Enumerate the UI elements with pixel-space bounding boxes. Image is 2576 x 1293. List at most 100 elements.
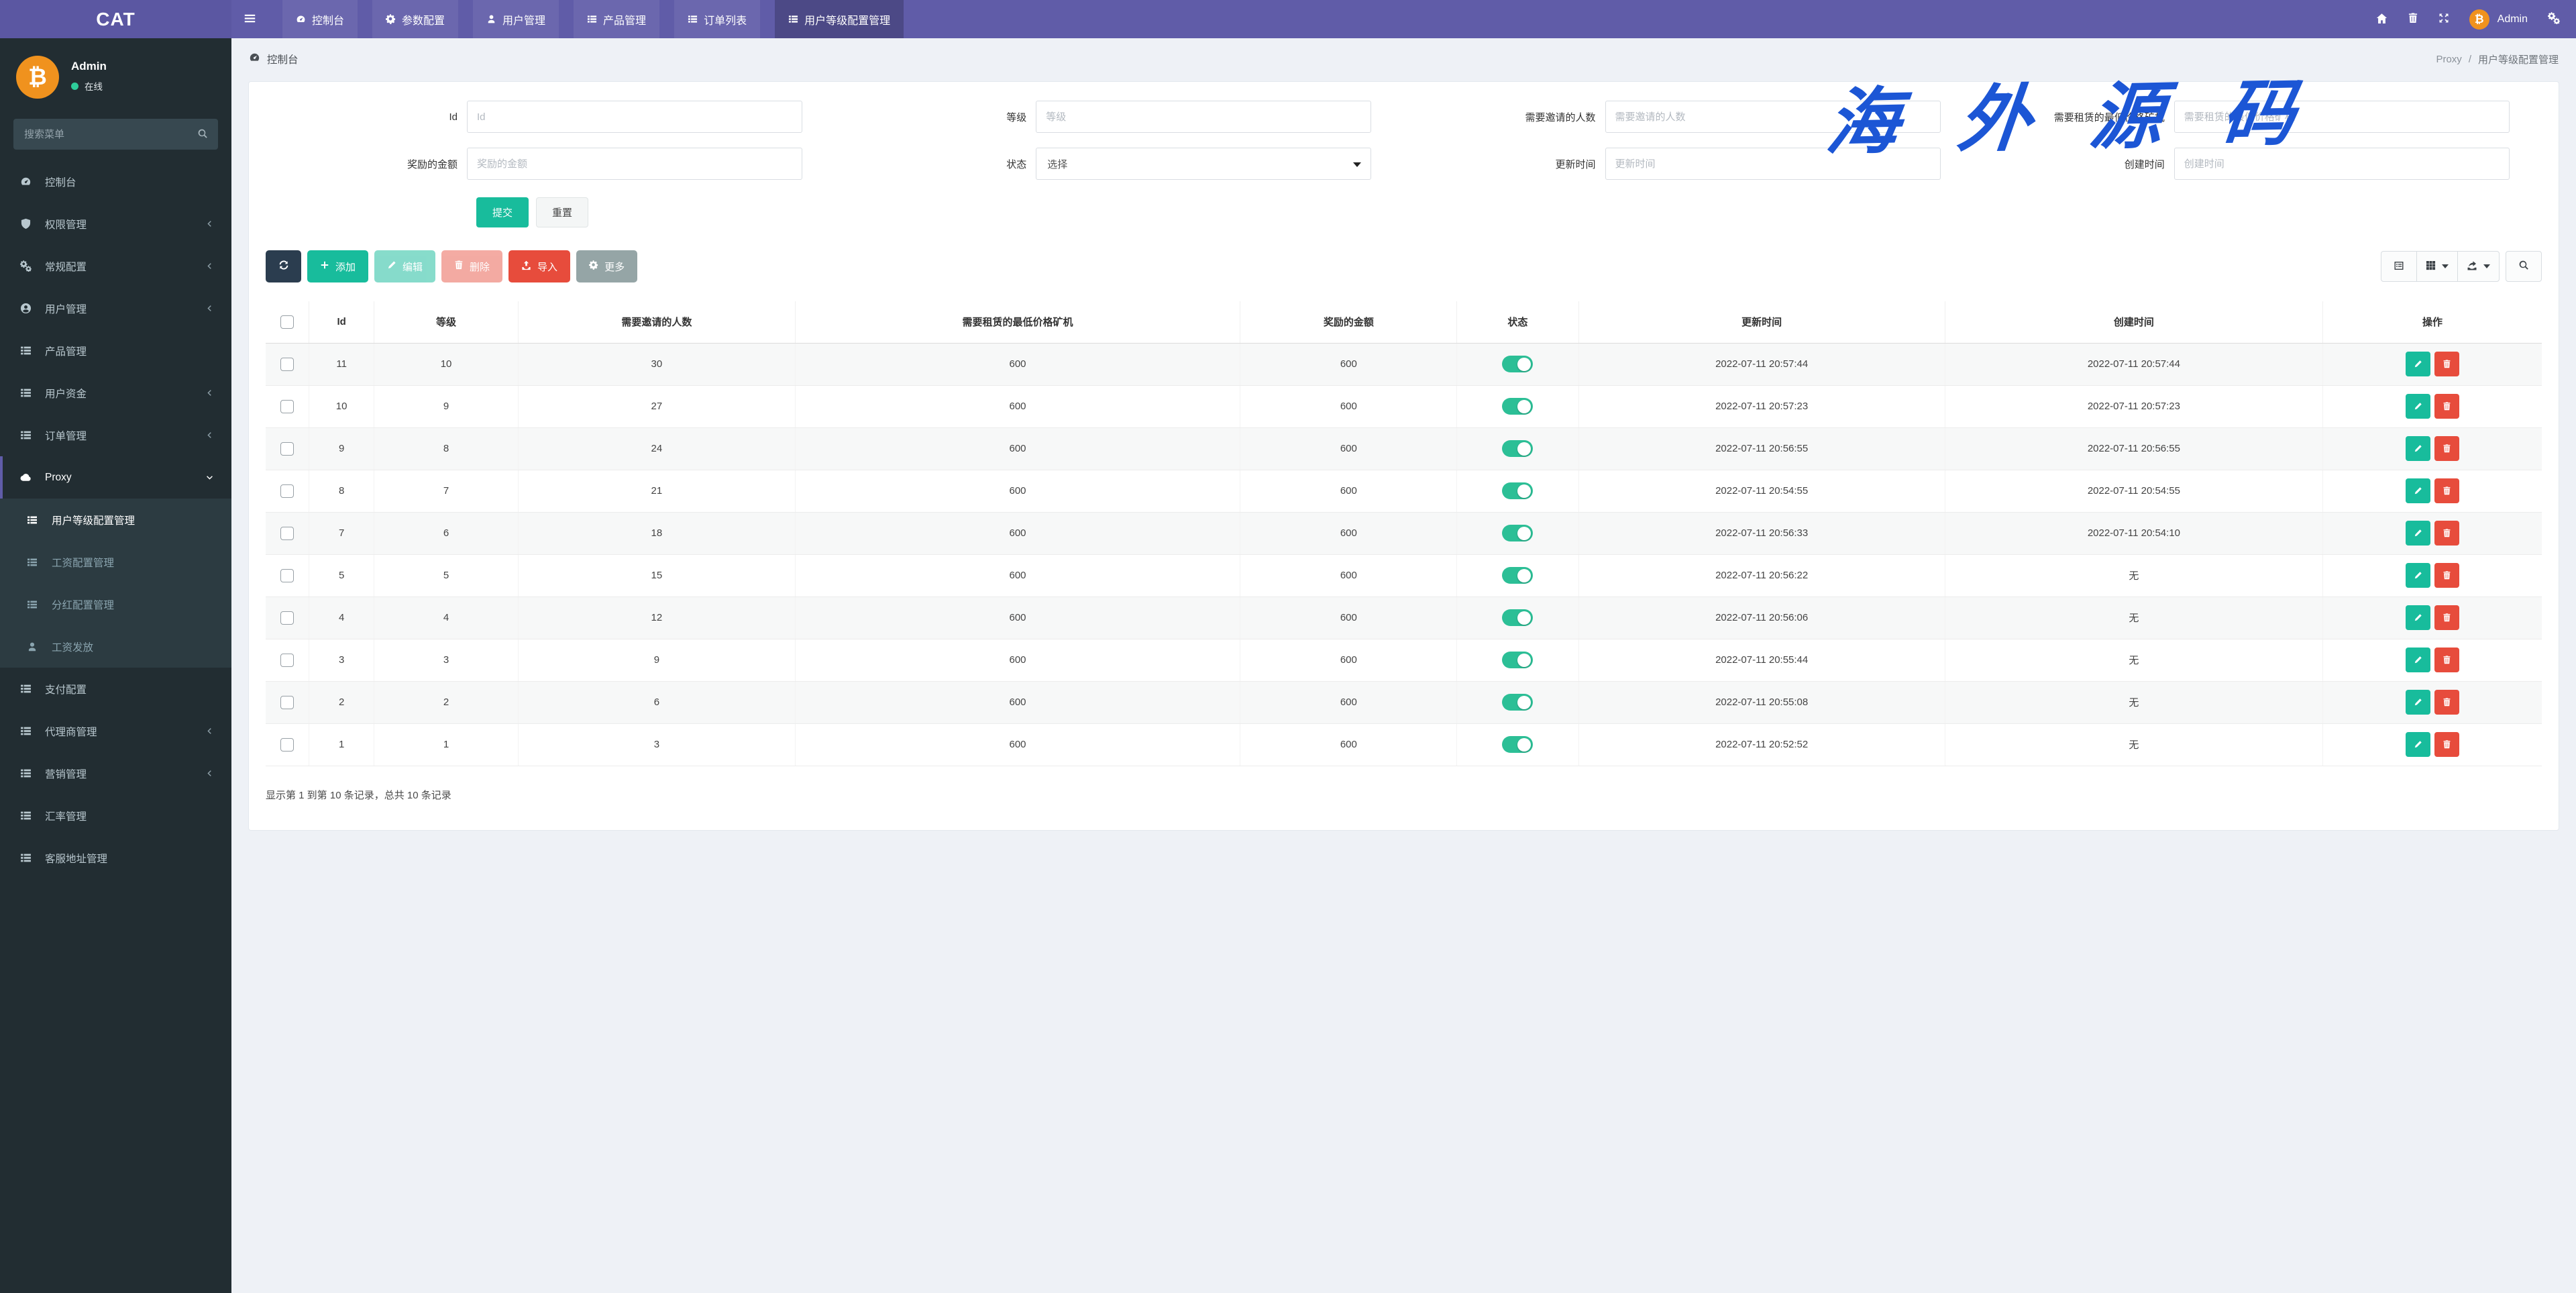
sidebar-subitem-1[interactable]: 工资配置管理 (0, 541, 231, 583)
status-toggle[interactable] (1502, 482, 1534, 499)
row-delete-button[interactable] (2434, 352, 2459, 376)
sidebar-item-1[interactable]: 权限管理 (0, 203, 231, 245)
filter-input-1[interactable] (1036, 101, 1372, 133)
sidebar-item-wrap: 用户管理 (0, 287, 231, 329)
filter-input-3[interactable] (2174, 101, 2510, 133)
status-toggle[interactable] (1502, 736, 1534, 753)
row-delete-button[interactable] (2434, 732, 2459, 757)
reset-button[interactable]: 重置 (536, 197, 588, 227)
row-edit-button[interactable] (2406, 478, 2430, 503)
search-icon[interactable] (197, 128, 209, 143)
nav-item-0[interactable]: 控制台 (282, 0, 358, 38)
table-search-button[interactable] (2506, 251, 2542, 282)
status-toggle[interactable] (1502, 609, 1534, 626)
row-checkbox[interactable] (280, 357, 294, 371)
trash-button[interactable] (2408, 13, 2418, 25)
sidebar-item-5[interactable]: 用户资金 (0, 372, 231, 414)
status-toggle[interactable] (1502, 694, 1534, 711)
row-edit-button[interactable] (2406, 690, 2430, 715)
sidebar-search-input[interactable] (13, 119, 218, 150)
chevron-left-icon (207, 263, 211, 269)
filter-input-4[interactable] (467, 148, 802, 180)
row-delete-button[interactable] (2434, 436, 2459, 461)
sidebar-item-3[interactable]: 用户管理 (0, 287, 231, 329)
sidebar-item-11[interactable]: 汇率管理 (0, 794, 231, 837)
brand-logo[interactable]: CAT (0, 0, 231, 38)
sidebar-subitem-3[interactable]: 工资发放 (0, 625, 231, 668)
status-toggle[interactable] (1502, 652, 1534, 668)
row-delete-button[interactable] (2434, 478, 2459, 503)
sidebar-item-8[interactable]: 支付配置 (0, 668, 231, 710)
status-toggle[interactable] (1502, 567, 1534, 584)
fullscreen-button[interactable] (2438, 13, 2449, 25)
row-edit-button[interactable] (2406, 352, 2430, 376)
row-checkbox-cell (266, 597, 309, 639)
status-toggle[interactable] (1502, 356, 1534, 372)
nav-item-1[interactable]: 参数配置 (372, 0, 459, 38)
sidebar-item-6[interactable]: 订单管理 (0, 414, 231, 456)
row-delete-button[interactable] (2434, 605, 2459, 630)
import-button[interactable]: 导入 (508, 250, 571, 282)
refresh-button[interactable] (266, 250, 301, 282)
breadcrumb-parent[interactable]: Proxy (2436, 54, 2461, 65)
nav-item-3[interactable]: 产品管理 (574, 0, 660, 38)
status-toggle[interactable] (1502, 398, 1534, 415)
filter-input-6[interactable] (1605, 148, 1941, 180)
row-checkbox[interactable] (280, 484, 294, 498)
nav-item-4[interactable]: 订单列表 (674, 0, 761, 38)
row-edit-button[interactable] (2406, 732, 2430, 757)
sidebar-subitem-0[interactable]: 用户等级配置管理 (0, 499, 231, 541)
row-edit-button[interactable] (2406, 521, 2430, 546)
filter-input-0[interactable] (467, 101, 802, 133)
home-button[interactable] (2376, 13, 2387, 26)
nav-item-5[interactable]: 用户等级配置管理 (775, 0, 904, 38)
nav-item-2[interactable]: 用户管理 (473, 0, 559, 38)
select-all-checkbox[interactable] (280, 315, 294, 329)
row-checkbox[interactable] (280, 611, 294, 625)
edit-button[interactable]: 编辑 (374, 250, 436, 282)
sidebar-item-12[interactable]: 客服地址管理 (0, 837, 231, 879)
hamburger-button[interactable] (231, 0, 268, 38)
columns-button[interactable] (2416, 251, 2458, 282)
row-delete-button[interactable] (2434, 394, 2459, 419)
submit-button[interactable]: 提交 (476, 197, 529, 227)
status-toggle[interactable] (1502, 525, 1534, 541)
filter-input-7[interactable] (2174, 148, 2510, 180)
add-button[interactable]: 添加 (307, 250, 369, 282)
row-delete-button[interactable] (2434, 690, 2459, 715)
chevron-left-icon (205, 431, 214, 439)
status-toggle[interactable] (1502, 440, 1534, 457)
sidebar-item-2[interactable]: 常规配置 (0, 245, 231, 287)
user-menu[interactable]: ₿ Admin (2469, 9, 2528, 30)
delete-button[interactable]: 删除 (441, 250, 503, 282)
row-checkbox[interactable] (280, 695, 294, 709)
detail-view-button[interactable] (2381, 251, 2417, 282)
row-edit-button[interactable] (2406, 563, 2430, 588)
sidebar-item-0[interactable]: 控制台 (0, 160, 231, 203)
row-delete-button[interactable] (2434, 521, 2459, 546)
sidebar-item-label: Proxy (45, 471, 72, 483)
row-delete-button[interactable] (2434, 648, 2459, 672)
filter-field: 等级 (835, 101, 1403, 133)
row-delete-button[interactable] (2434, 563, 2459, 588)
row-edit-button[interactable] (2406, 394, 2430, 419)
row-edit-button[interactable] (2406, 605, 2430, 630)
sidebar-subitem-2[interactable]: 分红配置管理 (0, 583, 231, 625)
sidebar-item-9[interactable]: 代理商管理 (0, 710, 231, 752)
more-button[interactable]: 更多 (576, 250, 638, 282)
row-checkbox[interactable] (280, 737, 294, 752)
row-edit-button[interactable] (2406, 648, 2430, 672)
status-select[interactable]: 选择 (1036, 148, 1372, 180)
row-checkbox[interactable] (280, 442, 294, 456)
row-edit-button[interactable] (2406, 436, 2430, 461)
row-checkbox[interactable] (280, 526, 294, 540)
sidebar-item-7[interactable]: Proxy (0, 456, 231, 499)
row-checkbox[interactable] (280, 653, 294, 667)
sidebar-item-4[interactable]: 产品管理 (0, 329, 231, 372)
row-checkbox[interactable] (280, 399, 294, 413)
filter-input-2[interactable] (1605, 101, 1941, 133)
sidebar-item-10[interactable]: 营销管理 (0, 752, 231, 794)
row-checkbox[interactable] (280, 568, 294, 582)
export-button[interactable] (2457, 251, 2500, 282)
settings-button[interactable] (2548, 12, 2561, 26)
